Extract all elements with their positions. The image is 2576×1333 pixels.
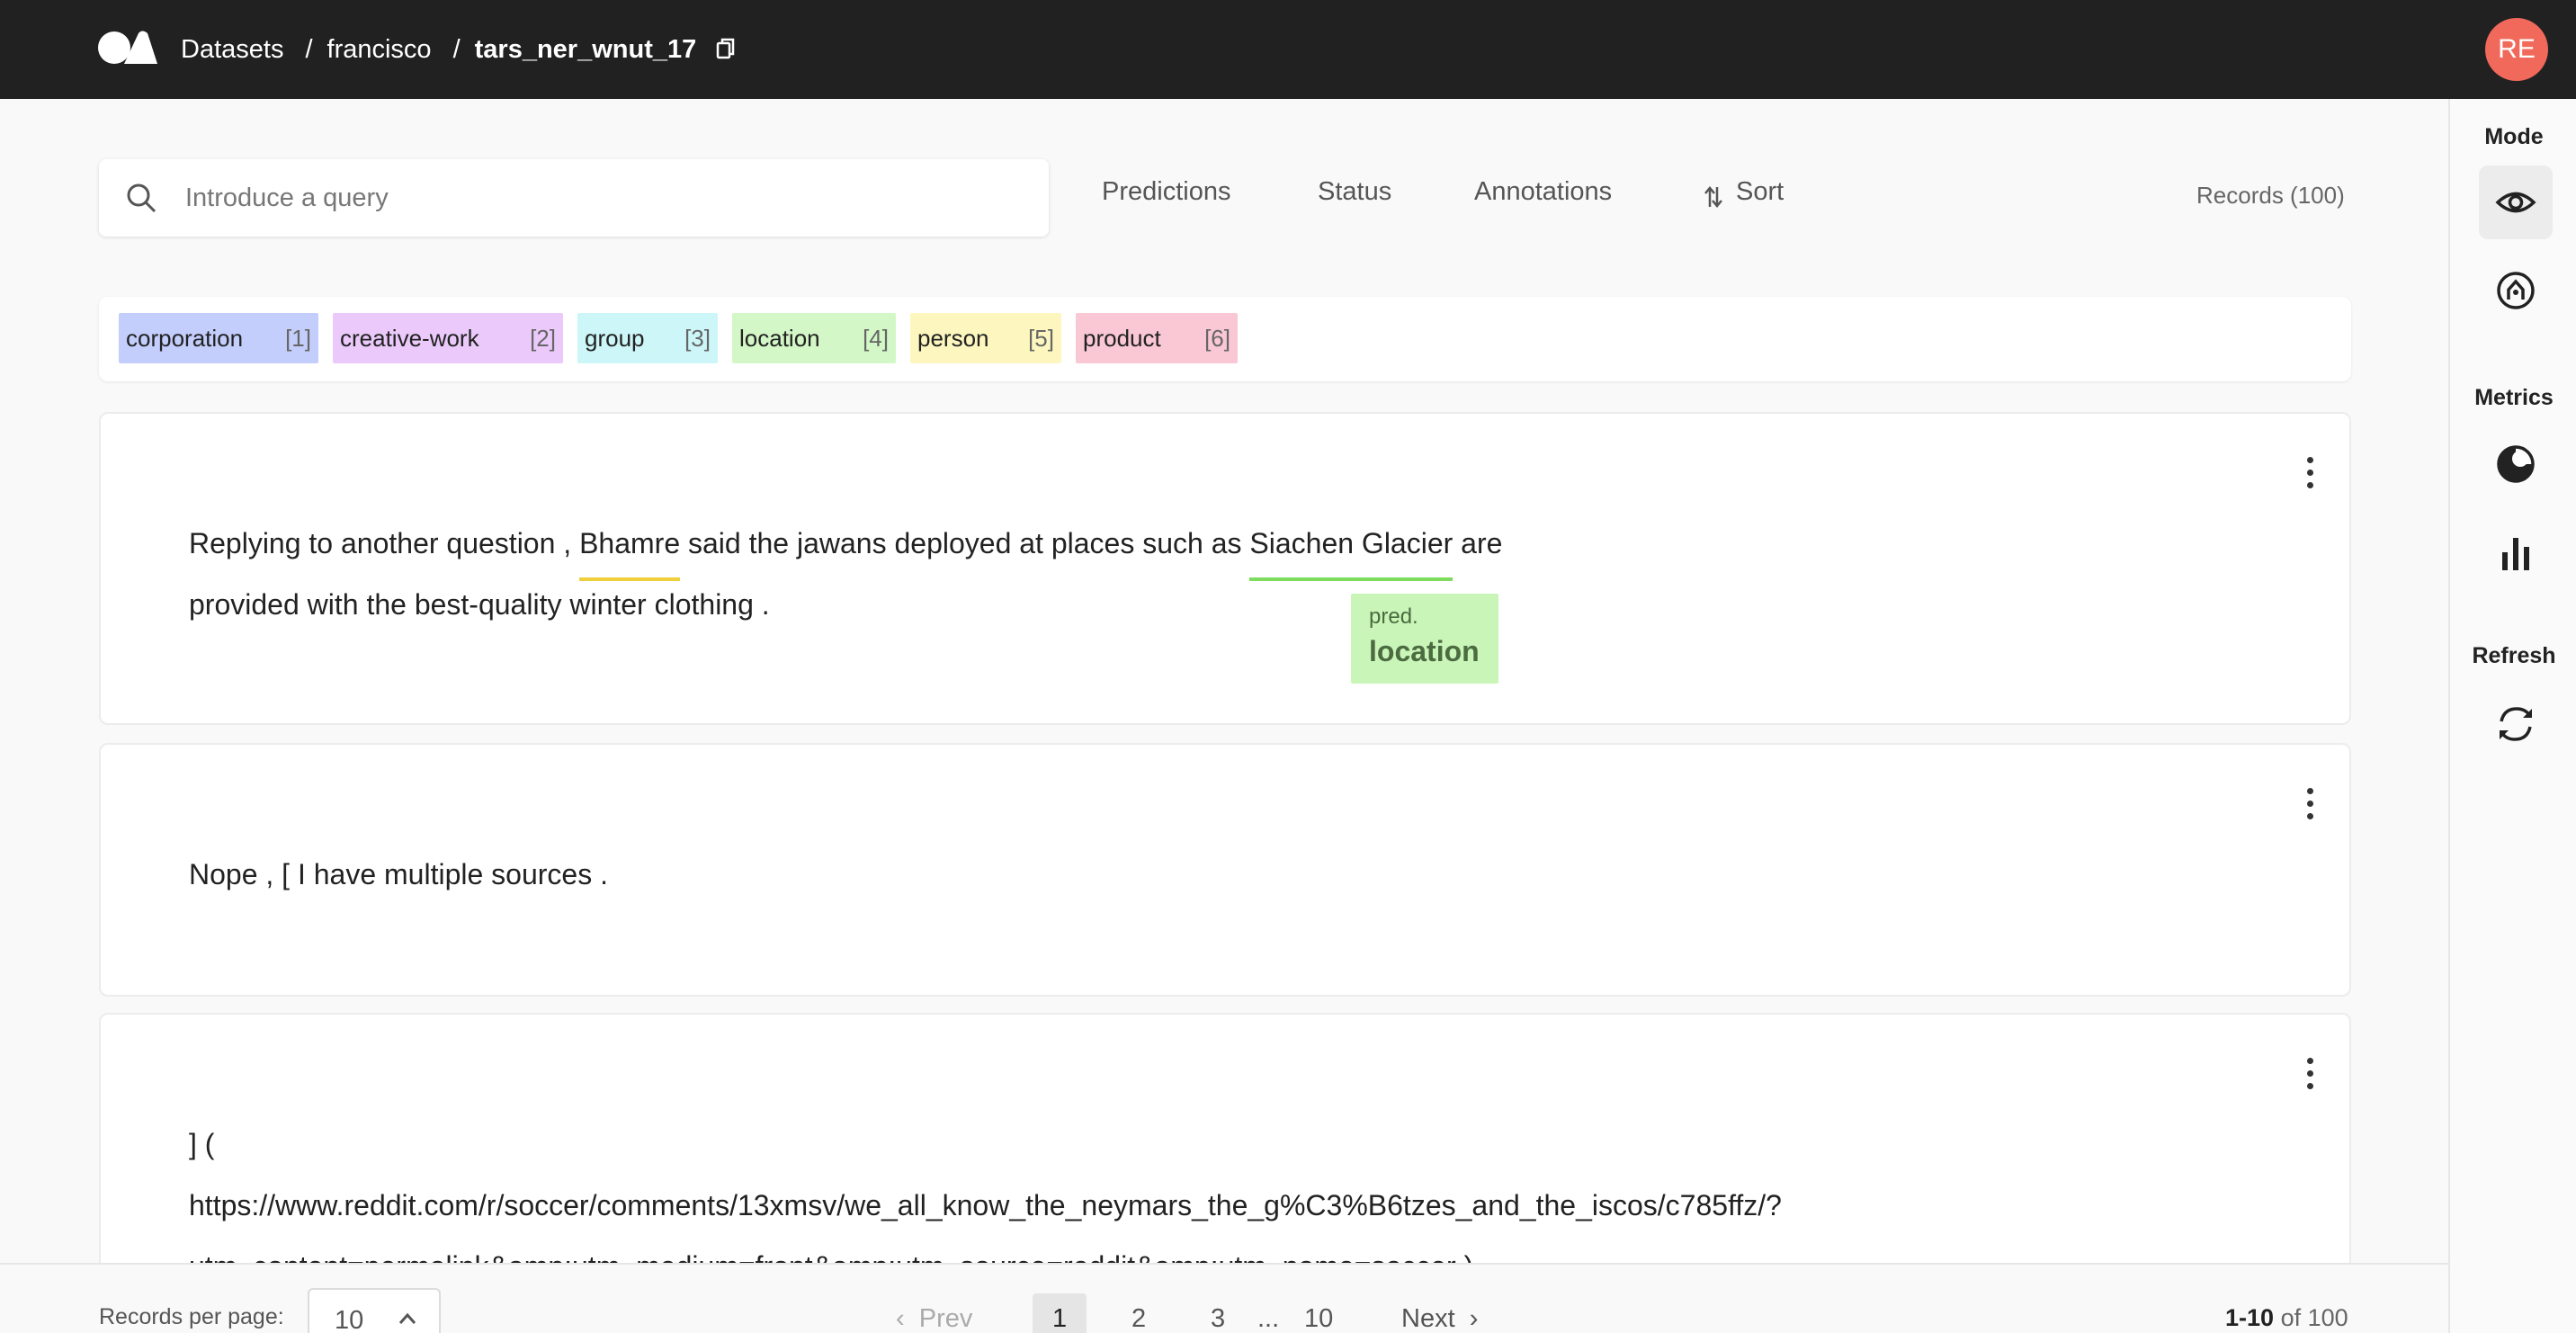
next-page-button[interactable]: Next › — [1401, 1304, 1478, 1333]
record-text-line: provided with the best-quality winter cl… — [189, 588, 770, 621]
annotate-icon — [2497, 272, 2535, 309]
breadcrumb-separator: / — [305, 34, 313, 64]
entity-span[interactable]: Siachen Glacier — [1249, 513, 1453, 581]
records-count: Records (100) — [2196, 182, 2345, 209]
sidebar: Mode Metrics Refresh — [2448, 99, 2576, 1333]
argilla-logo[interactable] — [97, 31, 158, 65]
search-box — [99, 159, 1049, 237]
range-total: of 100 — [2280, 1304, 2348, 1331]
records-per-page-select[interactable]: 10 — [308, 1288, 441, 1333]
record-text-line: Replying to another question , Bhamre sa… — [189, 513, 1503, 581]
label-shortcut: [5] — [1028, 324, 1054, 352]
record-text-line: https://www.reddit.com/r/soccer/comments… — [189, 1189, 1782, 1221]
page-1-button[interactable]: 1 — [1052, 1304, 1067, 1333]
records-range: 1-10 of 100 — [2225, 1304, 2348, 1332]
breadcrumb-workspace[interactable]: francisco — [327, 35, 432, 65]
label-chip-creative-work[interactable]: creative-work [2] — [333, 313, 563, 363]
label-shortcut: [1] — [285, 324, 311, 352]
label-name: corporation — [126, 324, 244, 352]
label-chip-location[interactable]: location [4] — [732, 313, 896, 363]
label-chip-group[interactable]: group [3] — [577, 313, 718, 363]
prediction-tooltip: pred. location — [1351, 594, 1498, 684]
breadcrumb-separator: / — [452, 34, 461, 64]
mode-title: Mode — [2484, 124, 2544, 149]
text-span: said the jawans deployed at places such … — [688, 527, 1242, 559]
search-input[interactable] — [185, 159, 1031, 237]
text-span: Replying to another question , — [189, 527, 572, 559]
explore-mode-button[interactable] — [2479, 166, 2553, 239]
label-shortcut: [3] — [684, 324, 711, 352]
refresh-button[interactable] — [2479, 687, 2553, 761]
stats-metrics-button[interactable] — [2479, 516, 2553, 590]
entity-underline — [1249, 577, 1453, 581]
label-shortcut: [2] — [530, 324, 556, 352]
search-icon — [127, 183, 157, 213]
breadcrumb-dataset: tars_ner_wnut_17 — [474, 34, 697, 64]
user-avatar[interactable]: RE — [2485, 18, 2548, 81]
record-text-line: ] ( — [189, 1128, 215, 1160]
eye-icon — [2495, 192, 2536, 213]
annotations-filter[interactable]: Annotations — [1474, 177, 1612, 207]
page-10-button[interactable]: 10 — [1304, 1304, 1333, 1333]
page-ellipsis: ... — [1257, 1304, 1280, 1333]
entity-text: Siachen Glacier — [1249, 527, 1453, 559]
records-per-page-value: 10 — [335, 1306, 364, 1333]
label-shortcut: [4] — [863, 324, 889, 352]
page-2-button[interactable]: 2 — [1131, 1304, 1146, 1333]
metrics-title: Metrics — [2474, 385, 2554, 410]
label-chip-corporation[interactable]: corporation [1] — [119, 313, 318, 363]
labels-strip: corporation [1] creative-work [2] group [3]… — [99, 297, 2351, 381]
page-3-button[interactable]: 3 — [1211, 1304, 1225, 1333]
breadcrumb-datasets[interactable]: Datasets — [181, 35, 283, 65]
copy-icon[interactable] — [716, 38, 736, 61]
label-name: location — [739, 324, 820, 352]
record-menu-icon[interactable] — [2305, 1058, 2314, 1090]
label-name: person — [917, 324, 989, 352]
entity-span[interactable]: Bhamre — [579, 513, 681, 581]
breadcrumb: Datasets / francisco / tars_ner_wnut_17 — [181, 0, 736, 99]
label-name: product — [1083, 324, 1161, 352]
entity-text: Bhamre — [579, 527, 681, 559]
status-filter[interactable]: Status — [1318, 177, 1391, 207]
record-text-line: Nope , [ I have multiple sources . — [189, 858, 608, 890]
records-per-page-label: Records per page: — [99, 1304, 284, 1329]
prev-label: Prev — [918, 1304, 973, 1333]
bar-chart-icon — [2502, 538, 2529, 570]
annotate-mode-button[interactable] — [2479, 254, 2553, 327]
chevron-up-icon — [398, 1312, 416, 1324]
label-name: creative-work — [340, 324, 479, 352]
refresh-title: Refresh — [2472, 643, 2556, 668]
predictions-filter[interactable]: Predictions — [1102, 177, 1230, 207]
tooltip-kind: pred. — [1369, 604, 1418, 629]
record-menu-icon[interactable] — [2305, 457, 2314, 489]
label-name: group — [585, 324, 645, 352]
range-bold: 1-10 — [2225, 1304, 2275, 1331]
refresh-icon — [2500, 707, 2532, 741]
label-chip-product[interactable]: product [6] — [1076, 313, 1238, 363]
next-label: Next — [1401, 1304, 1455, 1333]
progress-icon — [2497, 445, 2535, 483]
progress-metrics-button[interactable] — [2479, 427, 2553, 501]
record-menu-icon[interactable] — [2305, 788, 2314, 820]
prev-page-button[interactable]: ‹ Prev — [896, 1304, 972, 1333]
label-shortcut: [6] — [1204, 324, 1230, 352]
sort-icon — [1704, 186, 1722, 208]
label-chip-person[interactable]: person [5] — [910, 313, 1061, 363]
sort-button[interactable]: Sort — [1736, 177, 1784, 207]
top-bar: Datasets / francisco / tars_ner_wnut_17 … — [0, 0, 2576, 99]
tooltip-label: location — [1369, 635, 1480, 667]
text-span: are — [1461, 527, 1503, 559]
